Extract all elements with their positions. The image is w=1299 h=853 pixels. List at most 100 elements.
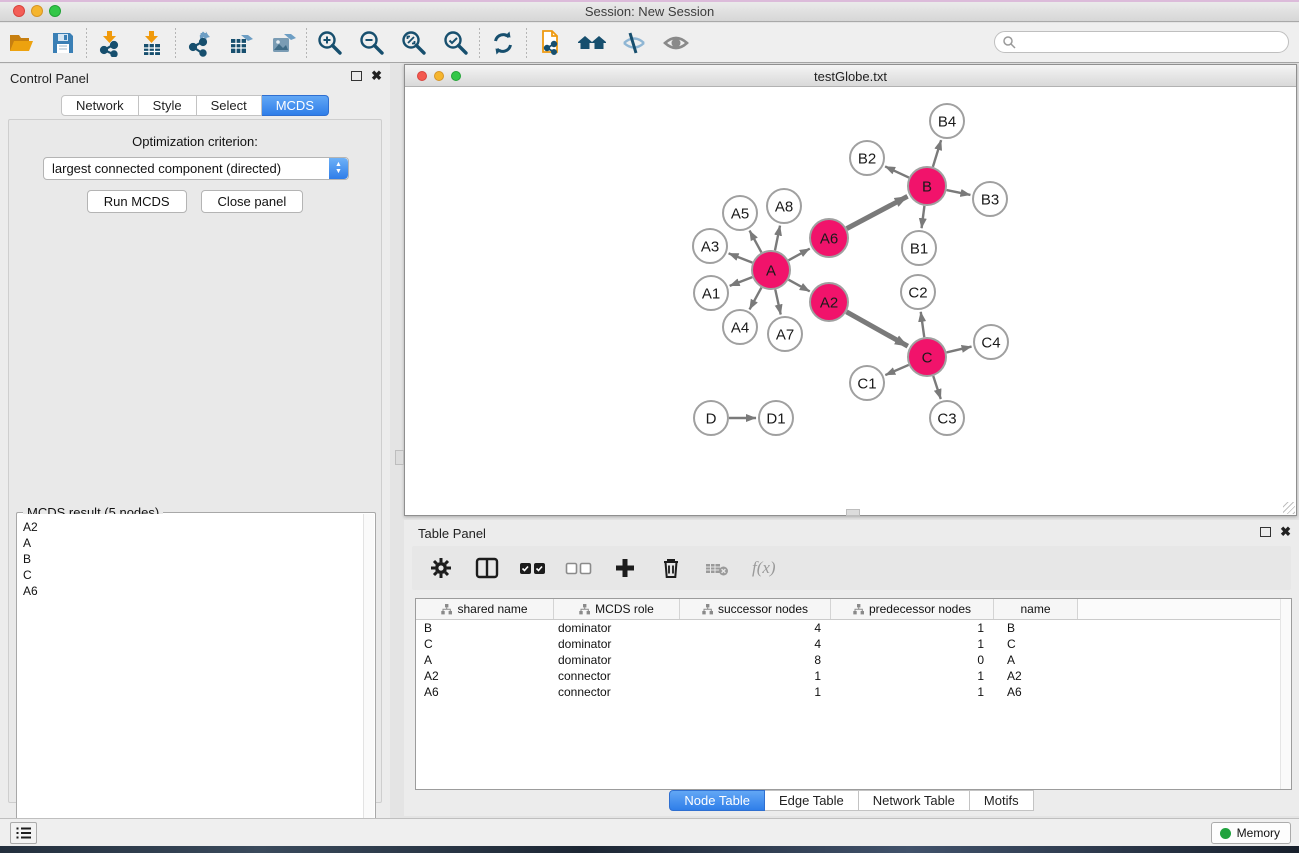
column-header-name[interactable]: name bbox=[994, 599, 1078, 619]
graph-node-label-C4: C4 bbox=[981, 334, 1000, 351]
table-cell[interactable]: 1 bbox=[680, 685, 831, 699]
search-field[interactable] bbox=[994, 31, 1289, 53]
column-header-successor-nodes[interactable]: successor nodes bbox=[680, 599, 831, 619]
table-tab-motifs[interactable]: Motifs bbox=[970, 790, 1034, 811]
close-panel-button[interactable]: Close panel bbox=[201, 190, 304, 213]
table-cell[interactable]: 0 bbox=[831, 653, 994, 667]
window-resize-grip[interactable] bbox=[1283, 502, 1295, 514]
mcds-result-item[interactable]: A bbox=[23, 535, 363, 551]
table-cell[interactable]: 8 bbox=[680, 653, 831, 667]
mcds-result-item[interactable]: A2 bbox=[23, 519, 363, 535]
network-window-title: testGlobe.txt bbox=[405, 69, 1296, 84]
tab-select[interactable]: Select bbox=[197, 95, 262, 116]
zoom-fit-icon[interactable] bbox=[393, 26, 435, 60]
memory-button[interactable]: Memory bbox=[1211, 822, 1291, 844]
delete-table-icon[interactable] bbox=[702, 553, 732, 583]
table-row[interactable]: A2connector11A2 bbox=[416, 668, 1291, 684]
add-column-icon[interactable] bbox=[610, 553, 640, 583]
mcds-result-item[interactable]: C bbox=[23, 567, 363, 583]
column-header-predecessor-nodes[interactable]: predecessor nodes bbox=[831, 599, 994, 619]
table-tab-edge-table[interactable]: Edge Table bbox=[765, 790, 859, 811]
select-all-checkboxes-icon[interactable] bbox=[518, 553, 548, 583]
graph-edge-C-C1 bbox=[885, 365, 908, 375]
network-canvas[interactable]: B4B2BB3B1C2A5A8A6A3AA1A2A4A7CC4C1C3DD1 bbox=[405, 87, 1296, 515]
table-scrollbar[interactable] bbox=[1280, 599, 1291, 789]
table-cell[interactable]: B bbox=[994, 621, 1078, 635]
mcds-result-list[interactable]: A2ABCA6 bbox=[18, 514, 363, 852]
float-table-panel-icon[interactable] bbox=[1260, 527, 1271, 537]
network-graph[interactable]: B4B2BB3B1C2A5A8A6A3AA1A2A4A7CC4C1C3DD1 bbox=[405, 87, 1296, 515]
table-tabs: Node TableEdge TableNetwork TableMotifs bbox=[404, 790, 1299, 811]
export-table-icon[interactable] bbox=[220, 26, 262, 60]
mcds-result-item[interactable]: A6 bbox=[23, 583, 363, 599]
tab-style[interactable]: Style bbox=[139, 95, 197, 116]
node-table[interactable]: shared nameMCDS rolesuccessor nodesprede… bbox=[415, 598, 1292, 790]
tab-network[interactable]: Network bbox=[61, 95, 139, 116]
table-row[interactable]: Adominator80A bbox=[416, 652, 1291, 668]
split-table-icon[interactable] bbox=[472, 553, 502, 583]
table-tab-network-table[interactable]: Network Table bbox=[859, 790, 970, 811]
table-cell[interactable]: 1 bbox=[680, 669, 831, 683]
function-builder-icon[interactable]: f(x) bbox=[748, 558, 776, 578]
settings-gear-icon[interactable] bbox=[426, 553, 456, 583]
delete-columns-icon[interactable] bbox=[656, 553, 686, 583]
export-image-icon[interactable] bbox=[262, 26, 304, 60]
show-graphics-icon[interactable] bbox=[655, 26, 697, 60]
column-header-mcds-role[interactable]: MCDS role bbox=[554, 599, 680, 619]
table-cell[interactable]: A bbox=[994, 653, 1078, 667]
home-layout-icon[interactable] bbox=[571, 26, 613, 60]
table-cell[interactable]: A bbox=[416, 653, 554, 667]
run-mcds-button[interactable]: Run MCDS bbox=[87, 190, 187, 213]
criterion-dropdown[interactable]: largest connected component (directed) ▲… bbox=[43, 157, 349, 180]
horizontal-split-handle[interactable] bbox=[846, 509, 860, 516]
table-cell[interactable]: connector bbox=[554, 669, 680, 683]
table-cell[interactable]: A2 bbox=[416, 669, 554, 683]
float-panel-icon[interactable] bbox=[351, 71, 362, 81]
table-cell[interactable]: dominator bbox=[554, 637, 680, 651]
table-cell[interactable]: dominator bbox=[554, 653, 680, 667]
search-input[interactable] bbox=[1017, 33, 1288, 51]
column-header-shared-name[interactable]: shared name bbox=[416, 599, 554, 619]
mcds-result-item[interactable]: B bbox=[23, 551, 363, 567]
save-session-icon[interactable] bbox=[42, 26, 84, 60]
table-row[interactable]: Cdominator41C bbox=[416, 636, 1291, 652]
network-window-titlebar[interactable]: testGlobe.txt bbox=[405, 65, 1296, 87]
tab-mcds[interactable]: MCDS bbox=[262, 95, 329, 116]
vertical-split-handle[interactable] bbox=[395, 450, 404, 465]
table-cell[interactable]: A2 bbox=[994, 669, 1078, 683]
table-cell[interactable]: 4 bbox=[680, 637, 831, 651]
table-cell[interactable]: C bbox=[994, 637, 1078, 651]
zoom-out-icon[interactable] bbox=[351, 26, 393, 60]
table-cell[interactable]: dominator bbox=[554, 621, 680, 635]
graph-node-label-A8: A8 bbox=[775, 198, 793, 215]
table-cell[interactable]: A6 bbox=[994, 685, 1078, 699]
table-tab-node-table[interactable]: Node Table bbox=[669, 790, 765, 811]
import-table-icon[interactable] bbox=[131, 26, 173, 60]
zoom-selected-icon[interactable] bbox=[435, 26, 477, 60]
table-cell[interactable]: C bbox=[416, 637, 554, 651]
open-file-icon[interactable] bbox=[0, 26, 42, 60]
table-cell[interactable]: 4 bbox=[680, 621, 831, 635]
table-cell[interactable]: connector bbox=[554, 685, 680, 699]
task-history-button[interactable] bbox=[10, 822, 37, 844]
zoom-in-icon[interactable] bbox=[309, 26, 351, 60]
table-cell[interactable]: A6 bbox=[416, 685, 554, 699]
table-cell[interactable]: 1 bbox=[831, 621, 994, 635]
graph-node-label-A1: A1 bbox=[702, 285, 720, 302]
table-cell[interactable]: 1 bbox=[831, 637, 994, 651]
table-row[interactable]: Bdominator41B bbox=[416, 620, 1291, 636]
table-cell[interactable]: 1 bbox=[831, 685, 994, 699]
import-network-icon[interactable] bbox=[89, 26, 131, 60]
optimization-criterion-label: Optimization criterion: bbox=[9, 134, 381, 149]
result-scrollbar[interactable] bbox=[363, 514, 374, 852]
refresh-icon[interactable] bbox=[482, 26, 524, 60]
table-row[interactable]: A6connector11A6 bbox=[416, 684, 1291, 700]
network-from-file-icon[interactable] bbox=[529, 26, 571, 60]
close-table-panel-icon[interactable]: ✖ bbox=[1280, 527, 1291, 537]
table-cell[interactable]: 1 bbox=[831, 669, 994, 683]
table-cell[interactable]: B bbox=[416, 621, 554, 635]
close-panel-icon[interactable]: ✖ bbox=[371, 71, 382, 81]
hide-details-icon[interactable] bbox=[613, 26, 655, 60]
deselect-all-checkboxes-icon[interactable] bbox=[564, 553, 594, 583]
export-network-icon[interactable] bbox=[178, 26, 220, 60]
